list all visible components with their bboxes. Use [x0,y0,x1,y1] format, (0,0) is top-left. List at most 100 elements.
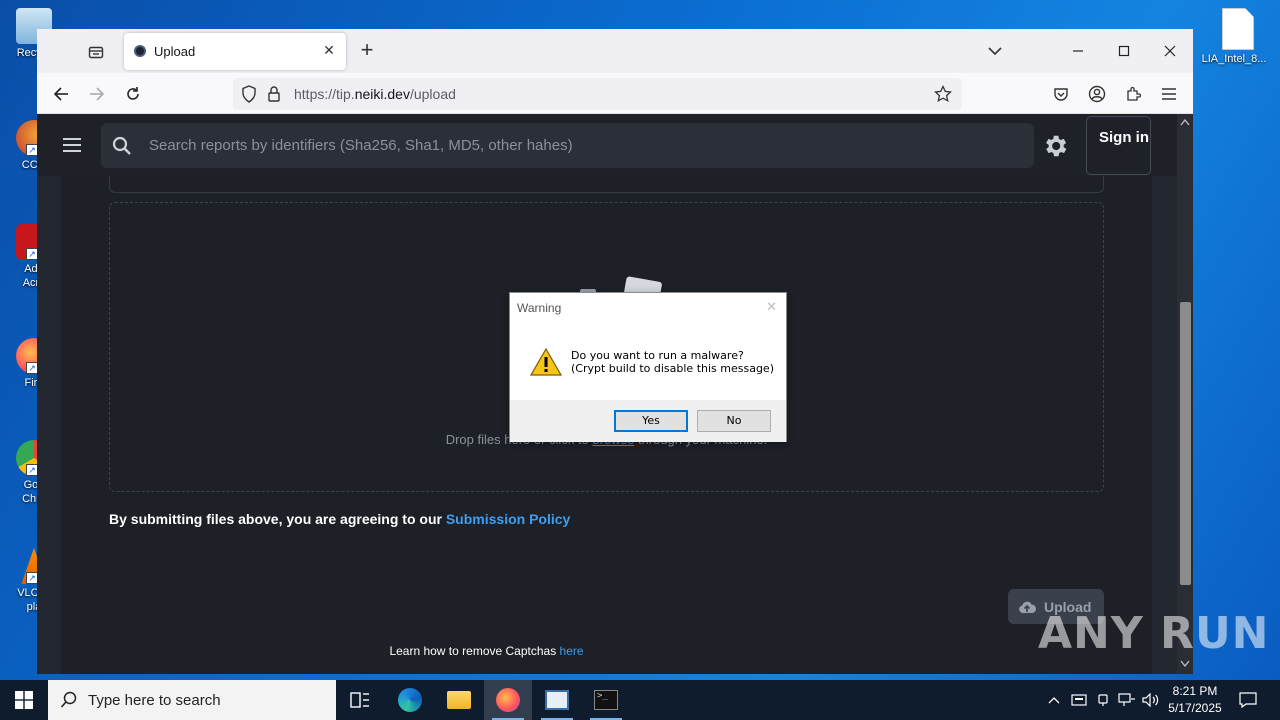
taskbar-clock[interactable]: 8:21 PM 5/17/2025 [1160,683,1230,717]
watermark-text: ANY RUN [1038,608,1270,659]
tab-close-icon[interactable]: ✕ [320,41,338,59]
settings-gear-icon[interactable] [1041,132,1069,160]
search-icon [112,136,131,155]
speaker-volume-icon [1142,693,1159,707]
task-view-button[interactable] [336,680,384,720]
clock-date: 5/17/2025 [1168,701,1222,715]
no-button[interactable]: No [697,410,771,432]
site-header: Search reports by identifiers (Sha256, S… [37,114,1177,176]
firefox-icon [496,688,520,712]
dialog-title: Warning [517,301,562,315]
previous-panel [109,176,1104,193]
submission-policy-notice: By submitting files above, you are agree… [109,511,570,527]
captcha-text: Learn how to remove Captchas [389,644,560,658]
dialog-footer: Yes No [510,400,786,442]
scroll-down-icon[interactable] [1180,660,1190,668]
scroll-up-icon[interactable] [1180,118,1190,126]
address-bar[interactable]: https://tip.neiki.dev/upload [233,78,962,110]
tray-usb[interactable] [1093,680,1113,720]
taskbar: Type here to search >_ 8:21 PM 5/17/2025 [0,680,1280,720]
taskbar-app-window[interactable] [533,680,581,720]
windows-logo-icon [15,691,33,709]
taskbar-terminal[interactable]: >_ [582,680,630,720]
account-icon [1088,85,1106,103]
taskbar-file-explorer[interactable] [435,680,483,720]
url-prefix: https://tip. [294,86,355,102]
policy-text: By submitting files above, you are agree… [109,511,446,527]
firefox-view-button[interactable] [81,39,111,65]
taskbar-edge[interactable] [386,680,434,720]
pocket-icon [1054,88,1068,101]
taskbar-firefox[interactable] [484,680,532,720]
forward-button[interactable] [84,81,110,107]
page-scrollbar[interactable] [1177,114,1193,674]
warning-dialog: Warning ✕ Do you want to run a malware? … [509,292,787,442]
pocket-button[interactable] [1048,81,1074,107]
reload-button[interactable] [120,81,146,107]
lock-icon[interactable] [267,85,281,103]
document-file-icon [1222,8,1254,50]
close-icon [1164,45,1176,57]
task-view-icon [350,692,369,708]
firefox-view-icon [88,46,104,59]
desktop-icon-lia-intel-file[interactable]: LIA_Intel_8... [1202,8,1266,66]
sign-in-button[interactable]: Sign in [1086,116,1151,175]
warning-icon [530,348,562,376]
navigation-bar: https://tip.neiki.dev/upload [37,73,1193,114]
application-window-icon [545,690,569,710]
tray-network[interactable] [1116,680,1138,720]
report-search-input[interactable]: Search reports by identifiers (Sha256, S… [101,123,1034,168]
submission-policy-link[interactable]: Submission Policy [446,511,570,527]
start-button[interactable] [0,680,48,720]
keyboard-icon [1071,694,1087,706]
back-button[interactable] [48,81,74,107]
minimize-icon [1073,50,1083,52]
hamburger-menu-icon [1162,88,1176,100]
tracking-protection-shield-icon[interactable] [241,85,257,103]
list-all-tabs-button[interactable] [980,37,1010,65]
taskbar-search-box[interactable]: Type here to search [48,680,336,720]
app-menu-button[interactable] [1156,81,1182,107]
close-window-button[interactable] [1155,37,1185,65]
forward-arrow-icon [90,87,105,101]
url-path: /upload [409,86,456,102]
dialog-message: Do you want to run a malware? (Crypt bui… [571,349,774,375]
new-tab-button[interactable]: + [355,39,379,63]
tab-title: Upload [154,44,196,59]
scrollbar-thumb[interactable] [1180,302,1191,585]
captcha-notice: Learn how to remove Captchas here [61,644,1152,658]
back-arrow-icon [53,87,68,101]
show-hidden-icons-button[interactable] [1044,680,1064,720]
edge-icon [398,688,422,712]
taskbar-search-placeholder: Type here to search [88,692,221,709]
notifications-button[interactable] [1234,680,1262,720]
terminal-icon: >_ [594,690,618,710]
url-domain: neiki.dev [354,86,410,102]
tray-volume[interactable] [1140,680,1162,720]
yes-button[interactable]: Yes [614,410,688,432]
url-text: https://tip.neiki.dev/upload [294,86,456,102]
extensions-button[interactable] [1120,81,1146,107]
network-icon [1118,693,1135,706]
notification-icon [1239,692,1257,708]
puzzle-extensions-icon [1127,86,1141,101]
minimize-button[interactable] [1063,37,1093,65]
chevron-down-icon [988,47,1002,56]
tab-upload[interactable]: Upload ✕ [124,33,346,70]
cloud-upload-icon [1019,601,1036,613]
account-button[interactable] [1084,81,1110,107]
desktop-icon-label: LIA_Intel_8... [1201,53,1267,65]
tab-bar: Upload ✕ + [37,29,1193,73]
dialog-close-icon[interactable]: ✕ [766,299,777,315]
site-menu-icon[interactable] [63,138,81,152]
captcha-here-link[interactable]: here [560,644,584,658]
tray-keyboard[interactable] [1068,680,1090,720]
clock-time: 8:21 PM [1172,684,1218,698]
dialog-message-line2: (Crypt build to disable this message) [571,362,774,375]
bookmark-star-icon[interactable] [934,85,952,103]
dialog-message-line1: Do you want to run a malware? [571,349,744,362]
maximize-icon [1118,45,1130,57]
reload-icon [127,87,139,100]
maximize-button[interactable] [1109,37,1139,65]
search-icon [60,691,77,708]
